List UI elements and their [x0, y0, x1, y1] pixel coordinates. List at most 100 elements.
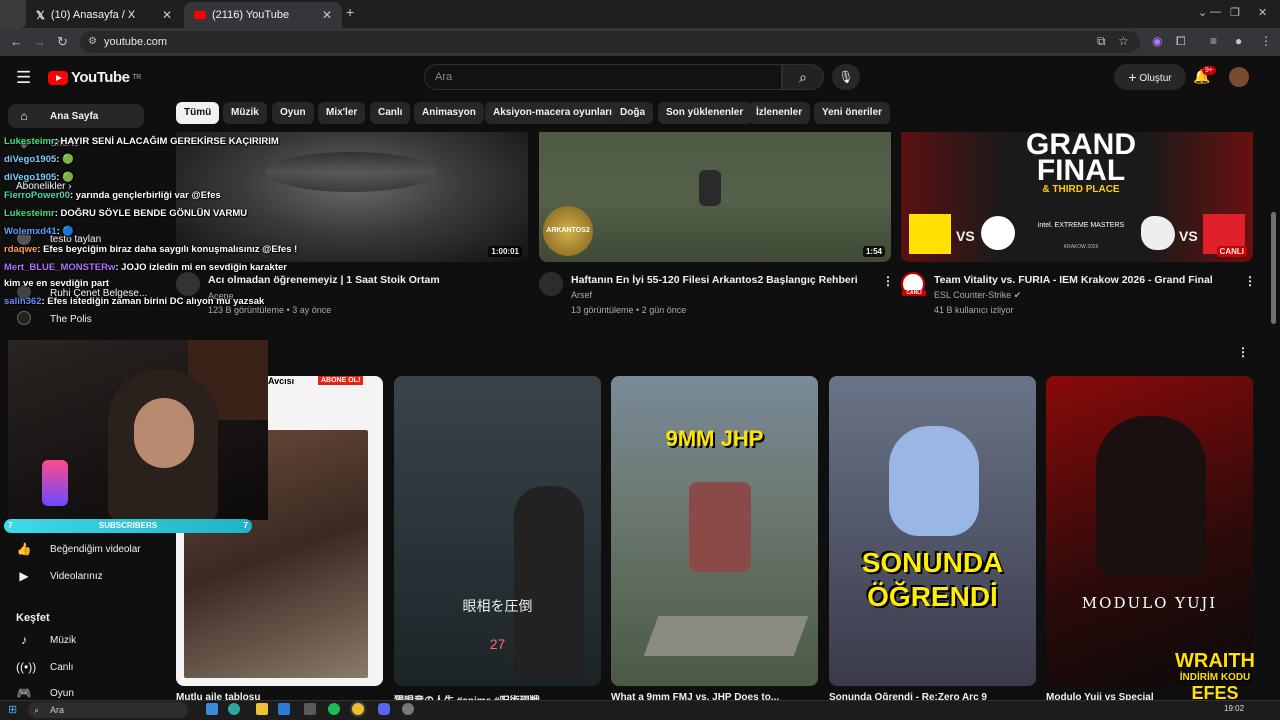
channel-name[interactable]: Arsef — [571, 290, 592, 300]
subscribers-count-left: 7 — [8, 521, 13, 530]
short-thumbnail[interactable]: SONUNDA ÖĞRENDİ — [829, 376, 1036, 686]
gamepad-icon: 🎮 — [16, 686, 32, 700]
close-icon[interactable]: ✕ — [322, 8, 332, 22]
chat-username: rdaqwe — [4, 244, 38, 255]
windows-start-icon[interactable]: ⊞ — [8, 703, 17, 716]
chip-action-adventure[interactable]: Aksiyon-macera oyunları — [485, 102, 620, 124]
chip-nature[interactable]: Doğa — [612, 102, 653, 124]
menu-kebab-icon[interactable]: ⋮ — [1260, 34, 1272, 48]
forward-icon[interactable]: → — [33, 34, 46, 49]
account-avatar[interactable] — [1229, 67, 1249, 87]
youtube-logo[interactable]: YouTube TR — [48, 69, 141, 86]
webcam-face — [134, 398, 194, 468]
discord-icon[interactable] — [378, 703, 390, 715]
more-options-icon[interactable]: ⋮ — [1244, 274, 1256, 288]
video-thumbnail[interactable]: GRAND FINAL & THIRD PLACE VS intel. EXTR… — [901, 132, 1253, 262]
browser-tab-youtube[interactable]: (2116) YouTube ✕ — [184, 2, 342, 28]
page-scrollbar[interactable] — [1271, 212, 1276, 324]
chat-message: Wolemxd41: 🔵 — [4, 226, 74, 237]
chip-animation[interactable]: Animasyon — [414, 102, 484, 124]
chat-message: Lukesteimr: HAYIR SENİ ALACAĞIM GEREKİRS… — [4, 136, 279, 147]
short-meat-image — [689, 482, 751, 572]
edge-icon[interactable] — [228, 703, 240, 715]
short-thumbnail[interactable]: 眼相を圧倒 27 — [394, 376, 601, 686]
sidebar-item-live[interactable]: ((•)) Canlı — [8, 655, 73, 679]
sponsor-brand: WRAITH — [1175, 650, 1255, 672]
intel-logo: intel. EXTREME MASTERS — [1037, 222, 1125, 229]
sidebar-item-liked[interactable]: 👍 Beğendiğim videolar — [8, 537, 141, 561]
chip-recent[interactable]: Son yüklenenler — [658, 102, 752, 124]
video-thumbnail[interactable]: 1:00:01 — [176, 132, 528, 262]
extension-icon[interactable]: ◉ — [1152, 34, 1162, 48]
chat-text: : Efes beyciğim biraz daha saygılı konuş… — [37, 244, 298, 255]
maximize-button[interactable]: ❐ — [1230, 6, 1240, 19]
short-thumbnail[interactable]: 9MM JHP — [611, 376, 818, 686]
minimize-button[interactable]: — — [1210, 6, 1221, 18]
krakow-label: KRAKOW 2026 — [1063, 244, 1099, 250]
explore-header: Keşfet — [16, 612, 50, 624]
app-icon[interactable] — [304, 703, 316, 715]
chip-new-to-you[interactable]: Yeni öneriler — [814, 102, 891, 124]
sidebar-item-your-videos[interactable]: ▶ Videolarınız — [8, 564, 102, 588]
x-logo-icon: 𝕏 — [36, 9, 45, 22]
tab-search-icon[interactable]: ⌄ — [1198, 6, 1207, 19]
sidebar-item-home[interactable]: ⌂ Ana Sayfa — [8, 104, 144, 128]
video-thumbnail[interactable]: ARKANTOS2 1:54 — [539, 132, 891, 262]
sidebar-item-sub-polis[interactable]: The Polis — [8, 307, 92, 331]
explorer-icon[interactable] — [256, 703, 268, 715]
bookmark-star-icon[interactable]: ☆ — [1118, 34, 1129, 48]
chat-username: Lukesteimr — [4, 136, 55, 147]
chat-username: FierroPower00 — [4, 190, 70, 201]
settings-icon[interactable] — [402, 703, 414, 715]
short-thumbnail[interactable]: MODULO YUJI — [1046, 376, 1253, 686]
browser-tab-x[interactable]: 𝕏 (10) Anasayfa / X ✕ — [26, 2, 182, 28]
hamburger-menu-icon[interactable]: ☰ — [16, 68, 31, 88]
site-info-icon[interactable]: ⚙ — [88, 31, 97, 53]
search-button[interactable]: ⌕ — [782, 64, 824, 90]
profile-avatar[interactable] — [0, 0, 26, 28]
chrome-icon[interactable] — [352, 703, 364, 715]
short-character-image — [889, 426, 979, 536]
spotify-icon[interactable] — [328, 703, 340, 715]
taskbar-search[interactable]: ⌕ Ara — [28, 702, 188, 718]
search-input[interactable]: Ara — [424, 64, 782, 90]
more-options-icon[interactable]: ⋮ — [882, 274, 894, 288]
tray-time[interactable]: 19:02 — [1224, 704, 1244, 713]
chip-gaming[interactable]: Oyun — [272, 102, 314, 124]
back-icon[interactable]: ← — [10, 34, 23, 49]
close-icon[interactable]: ✕ — [162, 8, 172, 22]
channel-name[interactable]: ESL Counter-Strike ✔ — [934, 290, 1021, 301]
new-tab-button[interactable]: + — [346, 4, 354, 20]
taskview-icon[interactable] — [206, 703, 218, 715]
video-title[interactable]: Acı olmadan öğrenemeyiz | 1 Saat Stoik O… — [208, 274, 440, 286]
chip-watched[interactable]: İzlenenler — [748, 102, 811, 124]
tab-title: (10) Anasayfa / X — [50, 9, 136, 21]
sidebar-item-music[interactable]: ♪ Müzik — [8, 628, 76, 652]
channel-avatar[interactable] — [176, 272, 200, 296]
chip-live[interactable]: Canlı — [370, 102, 411, 124]
create-button[interactable]: + Oluştur — [1114, 64, 1186, 90]
chat-message: diVego1905: 🟢 — [4, 154, 74, 165]
chip-music[interactable]: Müzik — [223, 102, 267, 124]
youtube-play-icon — [48, 70, 68, 85]
profile-icon[interactable]: ● — [1235, 34, 1242, 48]
chat-username: salih362 — [4, 296, 42, 307]
chip-all[interactable]: Tümü — [176, 102, 220, 124]
reload-icon[interactable]: ↻ — [57, 34, 68, 50]
music-note-icon: ♪ — [21, 633, 27, 647]
voice-search-button[interactable]: 🎙 — [832, 64, 860, 90]
chip-mixes[interactable]: Mix'ler — [318, 102, 366, 124]
store-icon[interactable] — [278, 703, 290, 715]
media-control-icon[interactable]: ≡ — [1210, 34, 1217, 48]
close-window-button[interactable]: ✕ — [1258, 6, 1267, 19]
url-bar[interactable]: ⚙ youtube.com — [80, 31, 1140, 53]
video-title[interactable]: Team Vitality vs. FURIA - IEM Krakow 202… — [934, 274, 1213, 286]
extensions-puzzle-icon[interactable]: ⧠ — [1176, 34, 1186, 49]
channel-avatar[interactable] — [539, 272, 563, 296]
chat-username: diVego1905 — [4, 172, 57, 183]
spirit-logo — [1141, 216, 1175, 250]
install-app-icon[interactable]: ⧉ — [1097, 34, 1106, 49]
shorts-more-options-icon[interactable]: ⋮ — [1237, 345, 1249, 359]
video-title[interactable]: Haftanın En İyi 55-120 Filesi Arkantos2 … — [571, 274, 858, 286]
channel-avatar[interactable]: CANLI — [901, 272, 926, 296]
